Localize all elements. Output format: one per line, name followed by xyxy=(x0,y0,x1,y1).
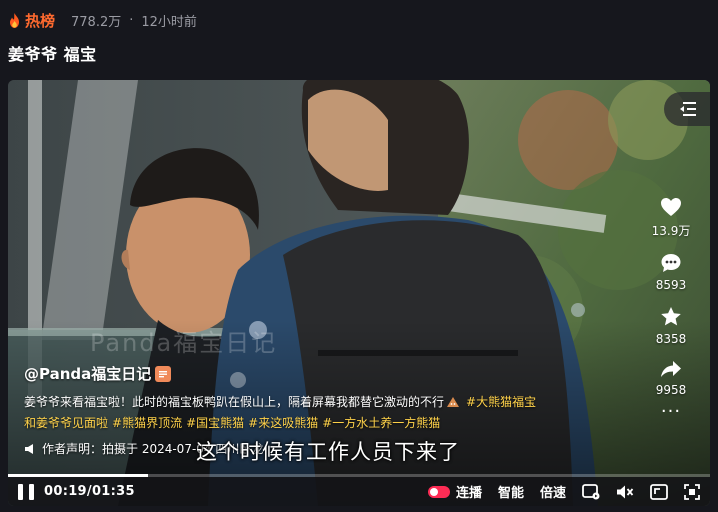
star-icon xyxy=(661,307,681,326)
autoplay-label: 连播 xyxy=(455,486,482,501)
video-watermark: Panda福宝日记 xyxy=(90,329,278,357)
video-title: 姜爷爷 福宝 xyxy=(8,45,97,64)
picture-in-picture-button[interactable] xyxy=(582,483,600,500)
web-fullscreen-icon xyxy=(650,483,668,500)
author-handle[interactable]: @Panda福宝日记 xyxy=(24,363,151,384)
toggle-switch-icon xyxy=(427,485,450,498)
flame-icon xyxy=(10,12,19,28)
fullscreen-icon xyxy=(684,483,700,500)
current-time: 00:19 xyxy=(44,484,87,499)
favorite-count: 8358 xyxy=(655,332,687,346)
comment-count: 8593 xyxy=(655,278,687,292)
meta-separator: · xyxy=(129,12,134,28)
video-meta: 热榜 778.2万 · 12小时前 xyxy=(8,9,197,31)
hashtag-link[interactable]: #大熊猫福宝 xyxy=(466,395,536,409)
author-badge-icon xyxy=(155,365,172,382)
list-collapse-icon xyxy=(680,102,696,116)
side-panel-toggle[interactable] xyxy=(664,92,710,126)
quality-button[interactable]: 智能 xyxy=(498,482,524,501)
hashtag-link[interactable]: #国宝熊猫 xyxy=(186,416,244,430)
hashtag-link[interactable]: #一方水土养一方熊猫 xyxy=(322,416,440,430)
web-fullscreen-button[interactable] xyxy=(650,483,668,500)
view-count: 778.2万 xyxy=(71,14,122,30)
share-icon xyxy=(660,361,681,377)
comment-button[interactable]: 8593 xyxy=(655,253,687,292)
autoplay-toggle[interactable]: 连播 xyxy=(427,482,482,501)
favorite-button[interactable]: 8358 xyxy=(655,306,687,346)
video-description: 姜爷爷来看福宝啦！此时的福宝板鸭趴在假山上，隔着屏幕我都替它激动的不行 #大熊猫福… xyxy=(24,392,624,434)
video-player[interactable]: Panda福宝日记 13.9万 8593 8358 9958 ··· @Pand… xyxy=(8,80,710,506)
video-subtitle: 这个时候有工作人员下来了 xyxy=(196,440,460,464)
time-display: 00:19/01:35 xyxy=(44,484,135,499)
duration: 01:35 xyxy=(91,484,135,499)
hashtag-link[interactable]: 和姜爷爷见面啦 xyxy=(24,416,108,430)
more-button[interactable]: ··· xyxy=(661,403,681,421)
mute-button[interactable] xyxy=(616,484,634,500)
fullscreen-button[interactable] xyxy=(684,483,700,500)
post-time: 12小时前 xyxy=(141,14,197,30)
hot-label: 热榜 xyxy=(25,11,56,30)
like-button[interactable]: 13.9万 xyxy=(651,197,691,239)
share-count: 9958 xyxy=(655,383,687,397)
control-bar: 00:19/01:35 连播 智能 倍速 xyxy=(8,477,710,506)
hashtag-link[interactable]: #熊猫界顶流 xyxy=(112,416,182,430)
hashtag-link[interactable]: #来这吸熊猫 xyxy=(248,416,318,430)
like-count: 13.9万 xyxy=(651,224,691,238)
comment-icon xyxy=(661,254,681,272)
megaphone-icon xyxy=(25,443,33,454)
speed-button[interactable]: 倍速 xyxy=(540,482,566,501)
description-text: 姜爷爷来看福宝啦！此时的福宝板鸭趴在假山上，隔着屏幕我都替它激动的不行 xyxy=(24,395,445,409)
author-name[interactable]: @Panda福宝日记 xyxy=(24,363,172,384)
pause-button[interactable] xyxy=(18,483,34,500)
sweat-emoji-icon xyxy=(447,397,460,407)
action-bar: 13.9万 8593 8358 9958 ··· xyxy=(634,197,708,431)
share-button[interactable]: 9958 xyxy=(655,360,687,397)
hot-list-badge[interactable]: 热榜 xyxy=(8,10,55,31)
heart-icon xyxy=(660,198,681,216)
volume-mute-icon xyxy=(617,485,634,498)
pip-play-icon xyxy=(582,483,600,499)
